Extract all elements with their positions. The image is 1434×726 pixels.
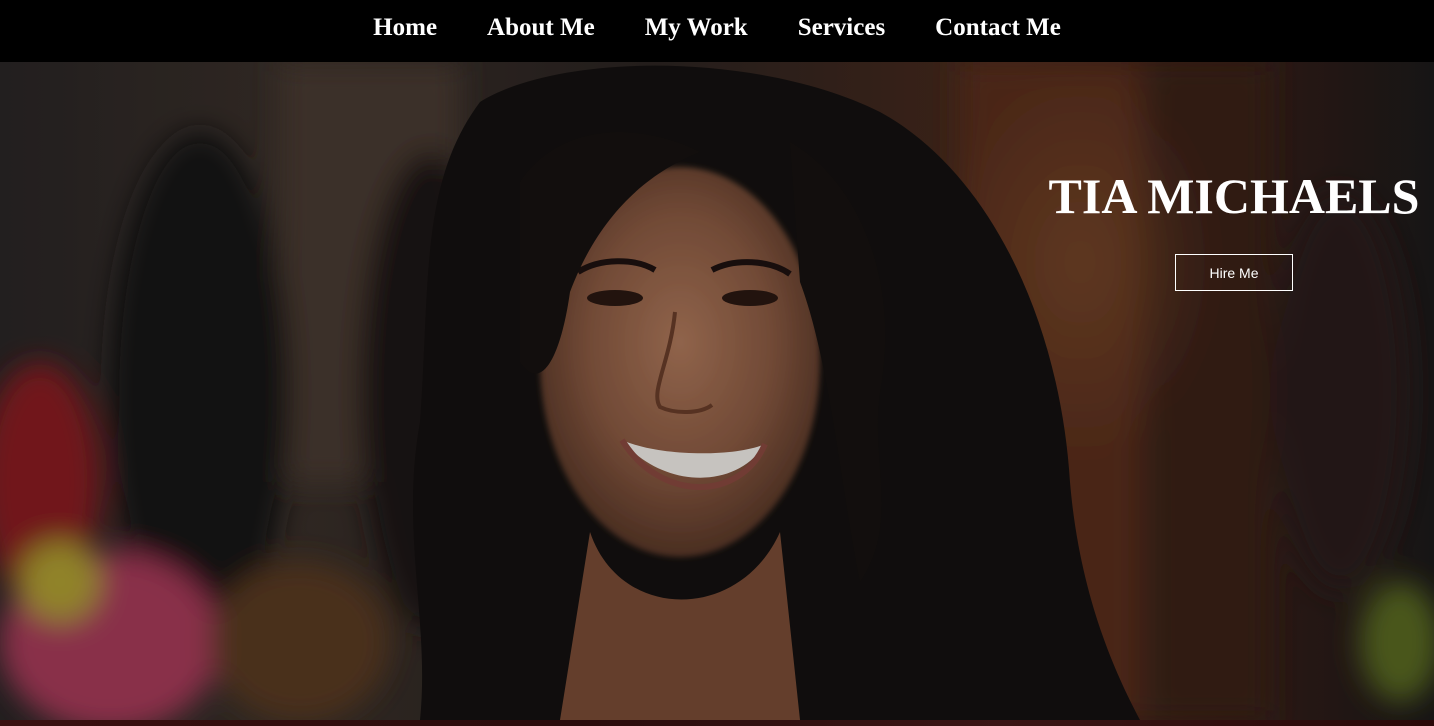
nav-link-contact-me[interactable]: Contact Me (935, 14, 1061, 41)
nav-link-my-work[interactable]: My Work (645, 14, 748, 41)
hero-section: TIA MICHAELS Hire Me (0, 62, 1434, 720)
hero-dark-overlay (0, 62, 1434, 720)
nav-item-work: My Work (645, 13, 748, 43)
nav-list: Home About Me My Work Services Contact M… (373, 13, 1061, 43)
nav-item-services: Services (798, 13, 885, 43)
hero-name-heading: TIA MICHAELS (1048, 168, 1420, 224)
nav-item-contact: Contact Me (935, 13, 1061, 43)
top-navbar: Home About Me My Work Services Contact M… (0, 0, 1434, 62)
hero-content: TIA MICHAELS Hire Me (1049, 164, 1419, 291)
next-section-edge (0, 720, 1434, 726)
nav-link-about-me[interactable]: About Me (487, 14, 595, 41)
nav-link-home[interactable]: Home (373, 14, 437, 41)
nav-item-home: Home (373, 13, 437, 43)
nav-item-about: About Me (487, 13, 595, 43)
nav-link-services[interactable]: Services (798, 14, 885, 41)
hire-me-button[interactable]: Hire Me (1175, 254, 1293, 291)
